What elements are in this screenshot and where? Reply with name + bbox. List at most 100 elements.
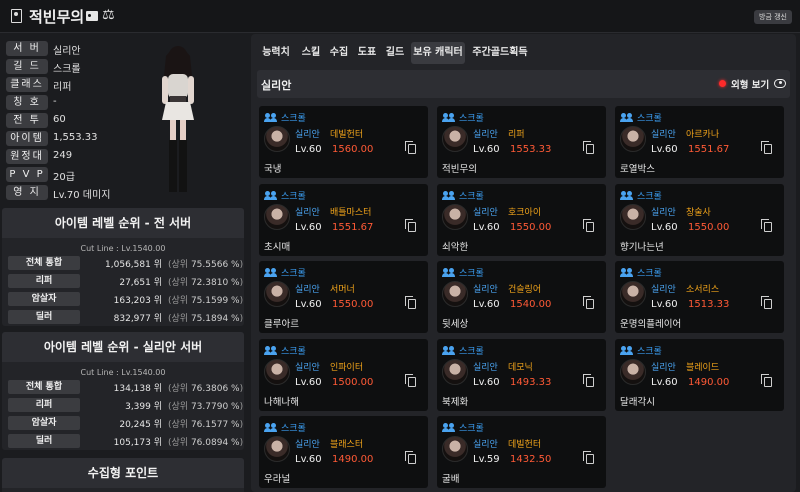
- copy-icon[interactable]: [761, 373, 772, 387]
- guild-icon: [442, 113, 455, 122]
- rank-percent-value: 75.5566 %: [190, 260, 240, 270]
- scale-icon[interactable]: ⚖: [102, 7, 115, 23]
- character-card[interactable]: 스크롤 실리안 호크아이 Lv.60 1550.00 쇠악한: [437, 183, 606, 256]
- card-guild: 스크롤: [637, 269, 662, 279]
- character-card[interactable]: 스크롤 실리안 건슬링어 Lv.60 1540.00 뒷세상: [437, 261, 606, 333]
- card-character-name: 운명의플레이어: [620, 319, 682, 330]
- profile-value: 스크롤: [53, 64, 81, 75]
- rank-sub-suffix: ): [239, 438, 244, 448]
- character-card[interactable]: 스크롤 실리안 창술사 Lv.60 1550.00 향기나는년: [615, 183, 784, 256]
- profile-value: 실리안: [53, 46, 81, 57]
- card-guild: 스크롤: [281, 114, 306, 124]
- copy-icon[interactable]: [405, 141, 416, 154]
- rank-label: 딜러: [8, 310, 80, 324]
- rank-sub-suffix: ): [239, 278, 244, 288]
- copy-icon[interactable]: [405, 373, 416, 387]
- rank-percent: (상위 76.1577 %): [168, 417, 243, 430]
- tab-4[interactable]: 길드: [383, 42, 407, 64]
- bookmark-icon[interactable]: [11, 9, 22, 23]
- copy-icon[interactable]: [583, 218, 594, 232]
- card-guild: 스크롤: [281, 346, 306, 357]
- copy-icon[interactable]: [405, 218, 416, 232]
- character-card[interactable]: 스크롤 실리안 배틀마스터 Lv.60 1551.67 초시매: [259, 183, 428, 256]
- tab-1[interactable]: 스킬: [299, 42, 323, 64]
- card-item-level: 1432.50: [510, 454, 552, 465]
- character-card[interactable]: 스크롤 실리안 서머너 Lv.60 1550.00 클루아르: [259, 261, 428, 333]
- copy-icon[interactable]: [583, 141, 594, 154]
- card-server: 실리안: [473, 207, 498, 218]
- card-guild: 스크롤: [281, 424, 306, 434]
- card-character-name: 쇠악한: [442, 241, 469, 253]
- character-card[interactable]: 스크롤 실리안 블래스터 Lv.60 1490.00 우라널: [259, 416, 428, 488]
- character-card[interactable]: 스크롤 실리안 데빌헌터 Lv.59 1432.50 굴배: [437, 416, 606, 488]
- guild-icon: [442, 190, 455, 200]
- guild-icon: [620, 345, 633, 355]
- card-character-name: 국냉: [264, 164, 282, 175]
- card-item-level: 1500.00: [332, 376, 374, 388]
- tab-0[interactable]: 능력치: [259, 42, 293, 64]
- tab-2[interactable]: 수집: [327, 42, 351, 64]
- rank-row: 리퍼 3,399 위 (상위 73.7790 %): [8, 398, 243, 412]
- refresh-button[interactable]: 방금 갱신: [754, 10, 792, 24]
- id-card-icon[interactable]: [86, 11, 98, 21]
- card-server: 실리안: [651, 207, 676, 218]
- copy-icon[interactable]: [583, 373, 594, 387]
- card-guild: 스크롤: [459, 114, 484, 124]
- copy-icon[interactable]: [761, 296, 772, 309]
- rank-sub-suffix: ): [239, 384, 244, 394]
- copy-icon[interactable]: [583, 296, 594, 309]
- character-card[interactable]: 스크롤 실리안 소서리스 Lv.60 1513.33 운명의플레이어: [615, 261, 784, 333]
- rank-sub-suffix: ): [239, 296, 244, 306]
- profile-key: 아이템: [6, 131, 48, 146]
- copy-icon[interactable]: [583, 451, 594, 464]
- character-card[interactable]: 스크롤 실리안 블레이드 Lv.60 1490.00 달래각시: [615, 338, 784, 411]
- rank-label: 전체 통합: [8, 256, 80, 270]
- card-guild: 스크롤: [637, 114, 662, 124]
- toggle-icon[interactable]: [774, 79, 786, 88]
- card-level: Lv.60: [295, 376, 322, 388]
- profile-key: 칭 호: [6, 95, 48, 110]
- appearance-toggle-label[interactable]: 외형 보기: [731, 77, 769, 91]
- tab-6[interactable]: 주간골드획득: [469, 42, 531, 64]
- copy-icon[interactable]: [761, 141, 772, 154]
- tab-5[interactable]: 보유 캐릭터: [411, 42, 465, 64]
- character-name: 적빈무의: [29, 8, 85, 26]
- rank-sub-suffix: ): [239, 314, 244, 324]
- rank-sub-prefix: (상위: [168, 314, 189, 324]
- card-item-level: 1560.00: [332, 144, 374, 155]
- character-card[interactable]: 스크롤 실리안 리퍼 Lv.60 1553.33 적빈무의: [437, 106, 606, 178]
- card-server: 실리안: [473, 362, 498, 373]
- guild-icon: [264, 268, 277, 277]
- rank-percent-value: 72.3810 %: [190, 278, 240, 288]
- copy-icon[interactable]: [761, 218, 772, 232]
- copy-icon[interactable]: [405, 296, 416, 309]
- card-guild: 스크롤: [281, 191, 306, 202]
- character-avatar: [442, 203, 468, 230]
- rank-number: 832,977 위: [113, 314, 162, 324]
- rank-percent: (상위 72.3810 %): [168, 275, 243, 288]
- tab-3[interactable]: 도표: [355, 42, 379, 64]
- rank-all-cutline: Cut Line : Lv.1540.00: [80, 244, 166, 253]
- character-card[interactable]: 스크롤 실리안 데빌헌터 Lv.60 1560.00 국냉: [259, 106, 428, 178]
- card-class: 데빌헌터: [330, 130, 364, 140]
- card-server: 실리안: [295, 130, 320, 140]
- copy-icon[interactable]: [405, 451, 416, 464]
- guild-icon: [264, 423, 277, 432]
- card-guild: 스크롤: [459, 424, 484, 434]
- rank-percent-value: 76.0894 %: [190, 438, 240, 448]
- profile-value: 1,553.33: [53, 132, 98, 143]
- profile-info: 서 버 실리안 길 드 스크롤 클래스 리퍼 칭 호-전 투 60 아이템 1,553.33 원정대…: [0, 34, 248, 202]
- character-card[interactable]: 스크롤 실리안 인파이터 Lv.60 1500.00 나해나해: [259, 338, 428, 411]
- card-level: Lv.60: [651, 376, 678, 388]
- record-dot-icon: [719, 80, 726, 87]
- character-card[interactable]: 스크롤 실리안 데모닉 Lv.60 1493.33 북제화: [437, 338, 606, 411]
- top-bar: 적빈무의 ⚖ 방금 갱신: [0, 0, 800, 33]
- rank-percent: (상위 75.1894 %): [168, 311, 243, 324]
- character-card[interactable]: 스크롤 실리안 아르카나 Lv.60 1551.67 로열박스: [615, 106, 784, 178]
- card-character-name: 나해나해: [264, 396, 299, 408]
- guild-icon: [442, 345, 455, 355]
- rank-label: 리퍼: [8, 274, 80, 288]
- card-class: 데빌헌터: [508, 440, 542, 450]
- section-server-name: 실리안: [261, 79, 292, 92]
- guild-icon: [264, 190, 277, 200]
